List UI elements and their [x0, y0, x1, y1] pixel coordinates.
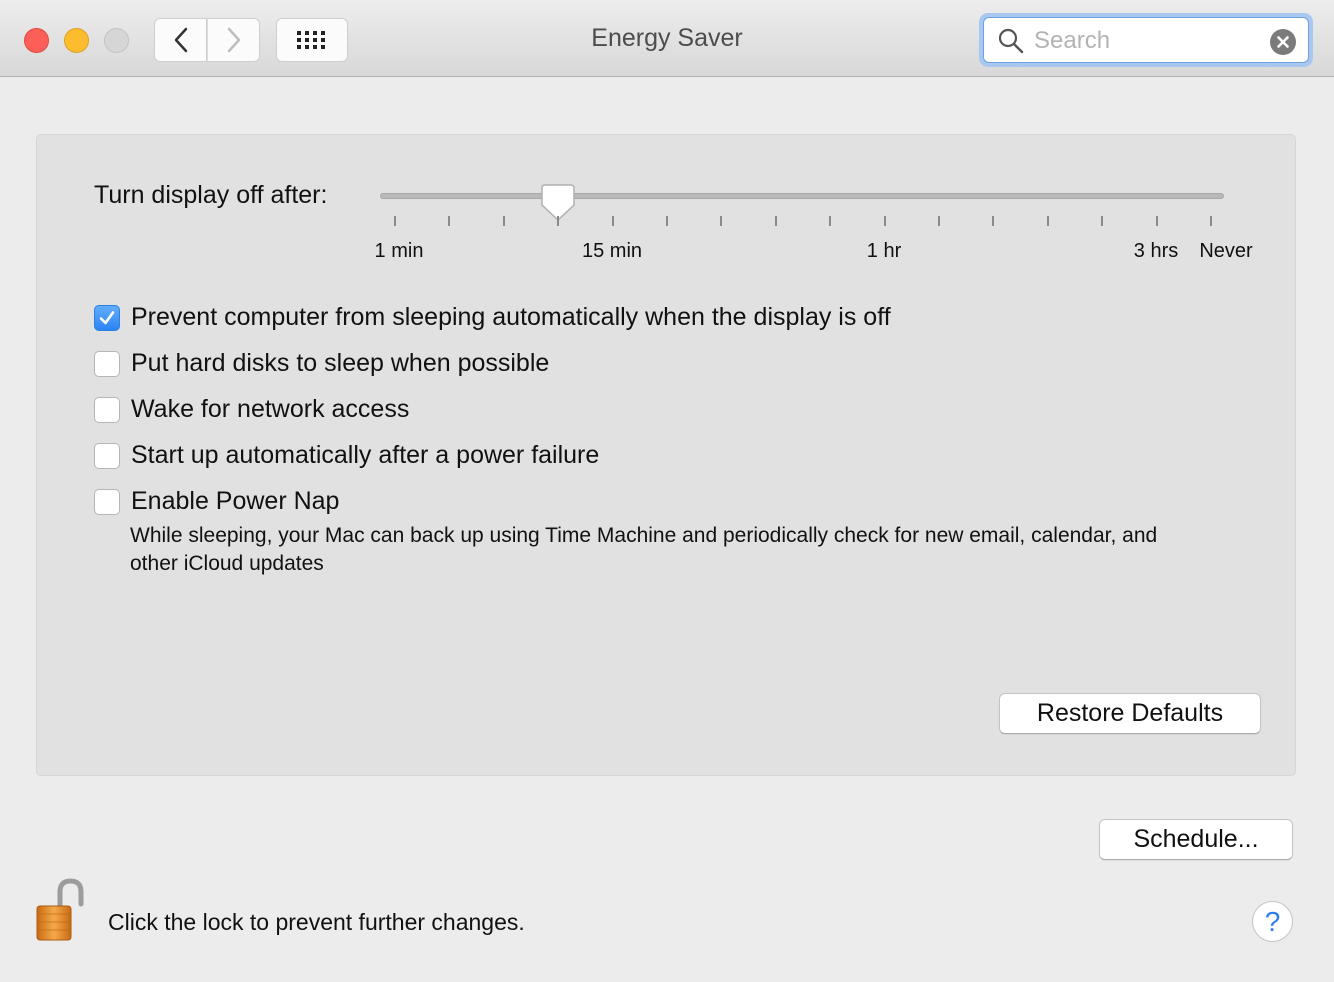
prevent-sleep-checkbox[interactable]: [94, 304, 120, 331]
slider-tick: [938, 216, 940, 226]
search-field[interactable]: [979, 13, 1313, 67]
wake-network-label: Wake for network access: [131, 395, 410, 423]
help-button[interactable]: ?: [1252, 901, 1293, 942]
power-nap-checkbox[interactable]: [94, 488, 120, 515]
tick-label-3-hrs: 3 hrs: [1133, 240, 1179, 262]
auto-startup-checkbox[interactable]: [94, 442, 120, 469]
search-box[interactable]: [983, 17, 1309, 63]
search-input[interactable]: [1032, 24, 1266, 58]
slider-tick: [448, 216, 451, 226]
slider-tick: [1210, 216, 1212, 226]
slider-tick: [883, 216, 886, 226]
prevent-sleep-label: Prevent computer from sleeping automatic…: [131, 303, 891, 331]
slider-tick: [1046, 216, 1049, 226]
slider-tick: [1101, 216, 1104, 226]
slider-tick: [992, 216, 995, 226]
wake-network-checkbox[interactable]: [94, 396, 120, 423]
slider-tick: [502, 216, 505, 226]
title-bar: Energy Saver: [0, 0, 1334, 77]
slider-tick: [666, 216, 668, 226]
tick-label-never: Never: [1199, 240, 1253, 262]
option-power-nap[interactable]: Enable Power Nap: [94, 487, 339, 516]
option-prevent-sleep[interactable]: Prevent computer from sleeping automatic…: [94, 303, 891, 332]
lock-message: Click the lock to prevent further change…: [108, 909, 525, 935]
schedule-button[interactable]: Schedule...: [1099, 819, 1293, 860]
option-wake-network[interactable]: Wake for network access: [94, 395, 409, 424]
checkmark-icon: [99, 310, 115, 324]
tick-label-1-hr: 1 hr: [866, 240, 902, 262]
slider-tick: [829, 216, 832, 226]
slider-tick: [394, 216, 396, 226]
disk-sleep-label: Put hard disks to sleep when possible: [131, 349, 550, 377]
slider-tick: [611, 216, 614, 226]
slider-tick: [720, 216, 723, 226]
auto-startup-label: Start up automatically after a power fai…: [131, 441, 600, 469]
tick-label-1-min: 1 min: [374, 240, 424, 262]
clear-search-icon[interactable]: [1270, 29, 1296, 55]
power-nap-label: Enable Power Nap: [131, 487, 340, 515]
display-sleep-slider-track[interactable]: [380, 193, 1224, 199]
option-disk-sleep[interactable]: Put hard disks to sleep when possible: [94, 349, 549, 378]
power-nap-description: While sleeping, your Mac can back up usi…: [130, 524, 1158, 575]
display-sleep-label: Turn display off after:: [94, 181, 328, 209]
tick-label-15-min: 15 min: [581, 240, 643, 262]
restore-defaults-button[interactable]: Restore Defaults: [999, 693, 1261, 734]
disk-sleep-checkbox[interactable]: [94, 350, 120, 377]
option-auto-startup[interactable]: Start up automatically after a power fai…: [94, 441, 599, 470]
slider-tick: [557, 216, 560, 226]
unlocked-padlock-icon[interactable]: [34, 878, 86, 944]
slider-tick: [1155, 216, 1158, 226]
slider-tick: [774, 216, 777, 226]
search-icon: [998, 28, 1024, 54]
